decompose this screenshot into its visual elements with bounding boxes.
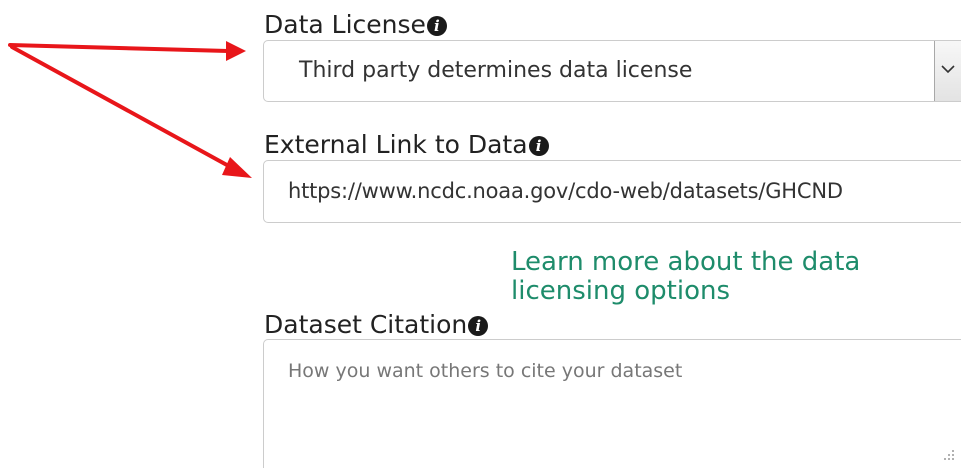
dataset-citation-placeholder: How you want others to cite your dataset <box>288 360 683 382</box>
resize-handle-icon[interactable] <box>942 448 956 462</box>
external-link-value: https://www.ncdc.noaa.gov/cdo-web/datase… <box>288 179 843 203</box>
dropdown-toggle-button[interactable] <box>934 41 961 101</box>
data-license-select[interactable]: Third party determines data license <box>263 40 961 102</box>
learn-more-licensing-link[interactable]: Learn more about the data licensing opti… <box>511 248 931 306</box>
external-link-label: External Link to Data i <box>264 130 549 160</box>
dataset-citation-textarea[interactable]: How you want others to cite your dataset <box>263 339 961 468</box>
info-circle-icon[interactable]: i <box>468 316 489 336</box>
dataset-citation-label: Dataset Citation i <box>264 310 489 340</box>
chevron-down-icon <box>941 65 955 74</box>
info-circle-icon[interactable]: i <box>528 136 549 156</box>
data-license-selected-value: Third party determines data license <box>299 58 693 83</box>
info-circle-icon[interactable]: i <box>426 16 447 36</box>
dataset-citation-label-text: Dataset Citation <box>264 310 468 339</box>
data-license-label: Data License i <box>264 10 447 40</box>
external-link-input[interactable]: https://www.ncdc.noaa.gov/cdo-web/datase… <box>263 160 961 223</box>
dataset-form: Data License i Third party determines dat… <box>0 0 961 468</box>
external-link-label-text: External Link to Data <box>264 130 528 159</box>
data-license-label-text: Data License <box>264 10 426 39</box>
